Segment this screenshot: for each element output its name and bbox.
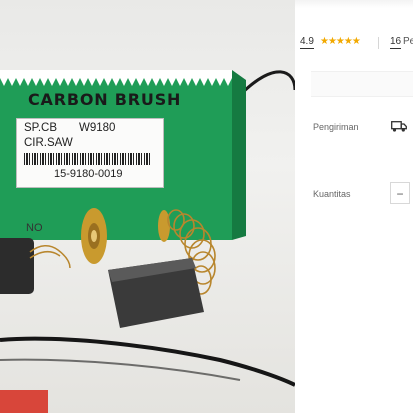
product-image[interactable]: CARBON BRUSH SP.CB W9180 CIR.SAW 15-9180…	[0, 0, 295, 413]
quantity-decrement-button[interactable]: −	[390, 182, 410, 204]
product-photo-art	[0, 70, 295, 413]
label-code: SP.CB	[24, 122, 58, 134]
label-no: NO	[26, 222, 43, 234]
rating-value[interactable]: 4.9	[300, 36, 314, 49]
top-strip	[295, 0, 413, 8]
product-detail-panel: 4.9 ★★★★★ 16 Pe Pengiriman Kuantitas −	[295, 0, 413, 413]
review-count-suffix: Pe	[403, 36, 413, 47]
shipping-label: Pengiriman	[313, 122, 359, 132]
review-count[interactable]: 16	[390, 36, 402, 49]
carbon-brush-left	[0, 238, 34, 294]
promo-bar	[311, 71, 413, 97]
box-title: CARBON BRUSH	[28, 90, 182, 109]
truck-icon	[391, 121, 407, 132]
barcode	[24, 153, 152, 165]
label-number: 15-9180-0019	[54, 168, 123, 180]
star-rating-icon: ★★★★★	[320, 36, 361, 47]
quantity-label: Kuantitas	[313, 189, 351, 199]
label-model: W9180	[79, 122, 116, 134]
label-type: CIR.SAW	[24, 137, 73, 149]
divider	[378, 37, 379, 49]
